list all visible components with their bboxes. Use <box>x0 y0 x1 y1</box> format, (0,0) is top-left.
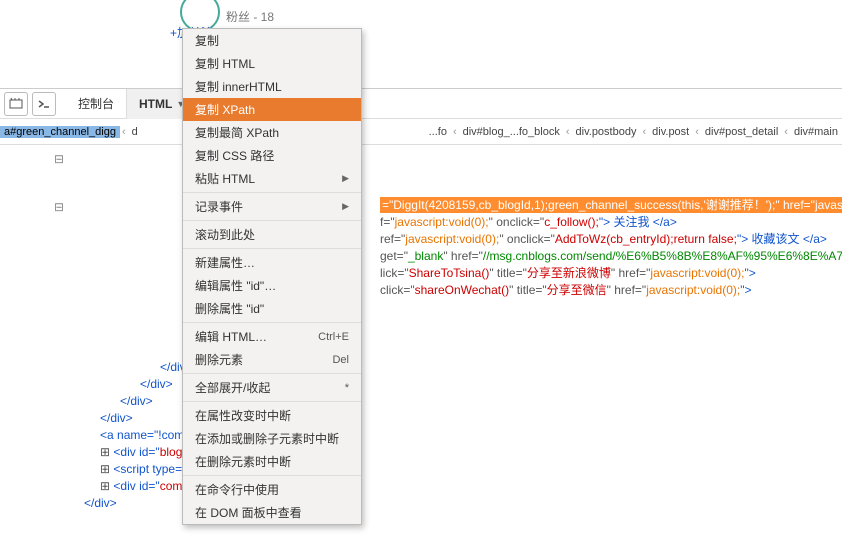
dom-breadcrumb[interactable]: a#green_channel_digg ‹ d ...fo ‹ div#blo… <box>0 119 842 145</box>
code-line: </div> <box>50 359 842 376</box>
page-content-area: 粉丝 - 18 +加关注 <box>0 0 842 88</box>
tab-console[interactable]: 控制台 <box>66 89 127 119</box>
code-line: </div> <box>50 410 842 427</box>
breadcrumb-item[interactable]: d <box>128 126 142 138</box>
ctx-copy-xpath[interactable]: 复制 XPath <box>183 98 361 121</box>
code-line: lick="ShareToTsina()" title="分享至新浪微博" hr… <box>50 265 842 282</box>
devtools-tabs: 控制台 HTML▼ <box>0 89 842 119</box>
ctx-copy-html[interactable]: 复制 HTML <box>183 52 361 75</box>
ctx-expand-collapse[interactable]: 全部展开/收起* <box>183 376 361 399</box>
code-line: </div> <box>50 393 842 410</box>
breadcrumb-item[interactable]: div#post_detail <box>701 126 782 138</box>
twisty-icon[interactable]: ⊟ <box>54 151 64 168</box>
ctx-use-in-cli[interactable]: 在命令行中使用 <box>183 478 361 501</box>
code-line: </div> <box>50 495 842 512</box>
html-source-tree[interactable]: ⊟ ⊟ ="DiggIt(4208159,cb_blogId,1);green_… <box>0 145 842 518</box>
submenu-arrow-icon: ▶ <box>342 201 349 212</box>
devtools-panel: 控制台 HTML▼ a#green_channel_digg ‹ d ...fo… <box>0 88 842 518</box>
ctx-copy-innerhtml[interactable]: 复制 innerHTML <box>183 75 361 98</box>
code-line: ⊞ <script type="text/ <box>50 461 842 478</box>
ctx-copy[interactable]: 复制 <box>183 29 361 52</box>
ctx-copy-css-path[interactable]: 复制 CSS 路径 <box>183 144 361 167</box>
ctx-new-attr[interactable]: 新建属性… <box>183 251 361 274</box>
breadcrumb-selected[interactable]: a#green_channel_digg <box>0 126 120 138</box>
breadcrumb-separator: ‹ <box>120 126 128 138</box>
breadcrumb-item[interactable]: div#blog_...fo_block <box>459 126 564 138</box>
code-line: ⊞ <div id="blog-comm <box>50 444 842 461</box>
code-line: ⊞ <div id="comment_ <box>50 478 842 495</box>
ctx-delete-attr[interactable]: 删除属性 "id" <box>183 297 361 320</box>
code-line: <a name="!comm <box>50 427 842 444</box>
breadcrumb-item[interactable]: div#main <box>790 126 842 138</box>
code-line: ref="javascript:void(0);" onclick="AddTo… <box>50 231 842 248</box>
code-line: ="DiggIt(4208159,cb_blogId,1);green_chan… <box>50 197 842 214</box>
ctx-break-child[interactable]: 在添加或删除子元素时中断 <box>183 427 361 450</box>
console-toggle-icon[interactable] <box>32 92 56 116</box>
twisty-icon[interactable]: ⊟ <box>54 199 64 216</box>
ctx-view-dom-panel[interactable]: 在 DOM 面板中查看 <box>183 501 361 524</box>
code-line: get="_blank" href="//msg.cnblogs.com/sen… <box>50 248 842 265</box>
ctx-break-delete[interactable]: 在删除元素时中断 <box>183 450 361 473</box>
ctx-copy-min-xpath[interactable]: 复制最简 XPath <box>183 121 361 144</box>
inspector-toggle-icon[interactable] <box>4 92 28 116</box>
code-line: </div> <box>50 376 842 393</box>
ctx-delete-element[interactable]: 删除元素Del <box>183 348 361 371</box>
ctx-break-attr[interactable]: 在属性改变时中断 <box>183 404 361 427</box>
submenu-arrow-icon: ▶ <box>342 173 349 184</box>
fans-count: 粉丝 - 18 <box>226 8 274 25</box>
ctx-edit-attr[interactable]: 编辑属性 "id"… <box>183 274 361 297</box>
ctx-edit-html[interactable]: 编辑 HTML…Ctrl+E <box>183 325 361 348</box>
breadcrumb-item[interactable]: div.post <box>648 126 693 138</box>
breadcrumb-item[interactable]: div.postbody <box>572 126 641 138</box>
ctx-paste-html[interactable]: 粘贴 HTML▶ <box>183 167 361 190</box>
code-line: f="javascript:void(0);" onclick="c_follo… <box>50 214 842 231</box>
code-line: click="shareOnWechat()" title="分享至微信" hr… <box>50 282 842 299</box>
ctx-log-events[interactable]: 记录事件▶ <box>183 195 361 218</box>
context-menu: 复制 复制 HTML 复制 innerHTML 复制 XPath 复制最简 XP… <box>182 28 362 525</box>
breadcrumb-item[interactable]: ...fo <box>425 126 451 138</box>
ctx-scroll-into-view[interactable]: 滚动到此处 <box>183 223 361 246</box>
